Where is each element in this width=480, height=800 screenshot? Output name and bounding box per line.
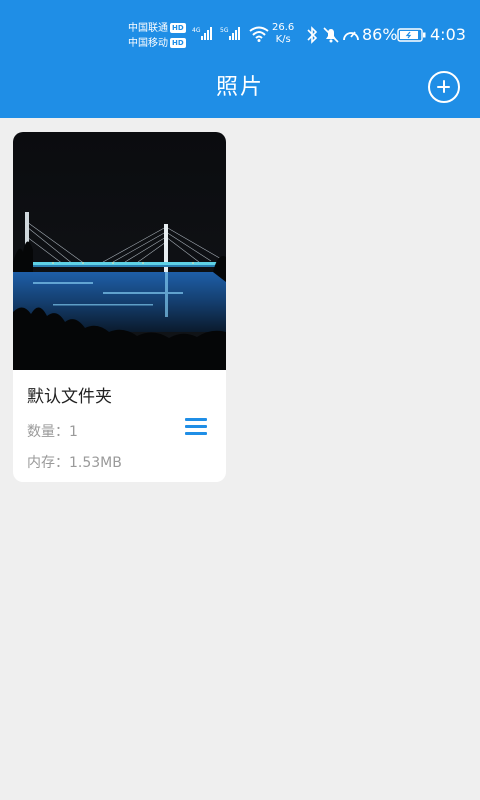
page-title: 照片 (215, 75, 264, 100)
wifi-icon (249, 26, 269, 42)
count-value: 1 (69, 424, 78, 440)
network-4g: 4G (192, 27, 201, 34)
clock: 4:03 (430, 25, 466, 44)
network-5g: 5G (220, 27, 229, 34)
plus-circle-icon[interactable] (428, 71, 460, 103)
count-label: 数量： (27, 424, 69, 440)
carrier-2: 中国移动 (128, 38, 168, 49)
menu-icon[interactable] (185, 416, 209, 436)
speedometer-icon (343, 31, 359, 41)
speed-unit: K/s (275, 34, 291, 45)
carrier-1: 中国联通 (128, 23, 168, 34)
status-bar: 中国联通 HD 中国移动 HD 4G 5G 26.6 K/s 86% 4:03 (0, 0, 480, 70)
album-count: 数量：1 (27, 421, 78, 441)
album-name: 默认文件夹 (27, 387, 112, 407)
app-header: 中国联通 HD 中国移动 HD 4G 5G 26.6 K/s 86% 4:03 … (0, 0, 480, 118)
speed-value: 26.6 (272, 22, 295, 33)
battery-percent: 86% (362, 25, 398, 44)
size-label: 内存： (27, 455, 69, 471)
hd-badge: HD (170, 38, 186, 48)
bluetooth-icon (307, 26, 318, 44)
battery-icon (397, 28, 426, 42)
album-card[interactable]: 默认文件夹 数量：1 内存：1.53MB (13, 132, 226, 482)
hd-badge: HD (170, 23, 186, 33)
size-value: 1.53MB (69, 455, 122, 471)
carrier-info: 中国联通 HD 中国移动 HD (128, 21, 186, 51)
bell-off-icon (323, 27, 339, 43)
album-size: 内存：1.53MB (27, 452, 122, 472)
signal-icon: 4G (192, 27, 212, 40)
net-speed: 26.6 K/s (272, 22, 294, 46)
signal-icon: 5G (220, 27, 240, 40)
album-thumbnail[interactable] (13, 132, 226, 370)
